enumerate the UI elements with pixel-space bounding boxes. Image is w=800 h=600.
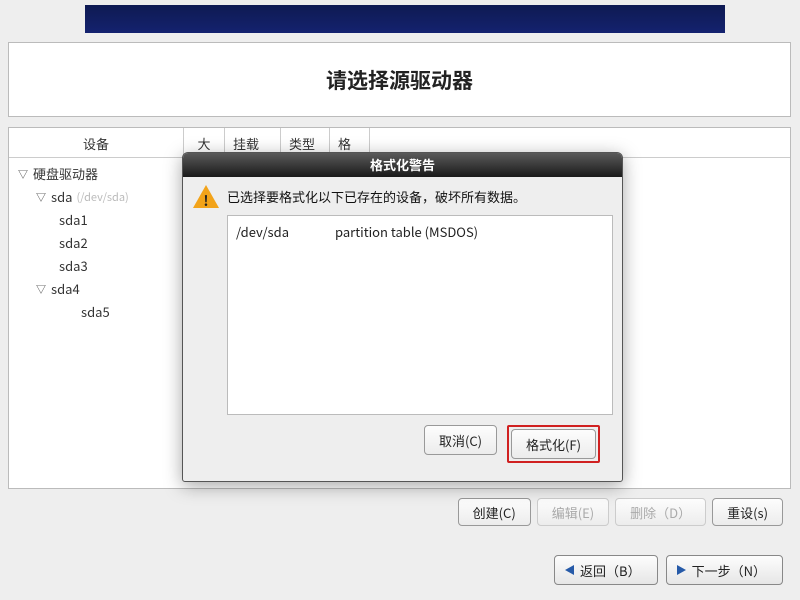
format-warning-dialog: 格式化警告 已选择要格式化以下已存在的设备，破坏所有数据。 /dev/sda p… (182, 152, 623, 482)
expander-icon[interactable]: ▽ (35, 191, 47, 203)
tree-label: sda1 (59, 210, 88, 229)
expander-icon[interactable]: ▽ (17, 168, 29, 180)
tree-label: sda5 (81, 302, 110, 321)
title-panel: 请选择源驱动器 (8, 42, 791, 117)
arrow-left-icon (565, 565, 574, 575)
expander-icon[interactable]: ▽ (35, 283, 47, 295)
tree-label: sda2 (59, 233, 88, 252)
format-button-highlight: 格式化(F) (507, 425, 600, 463)
reset-button[interactable]: 重设(s) (712, 498, 783, 526)
col-header-device[interactable]: 设备 (9, 128, 184, 157)
back-button[interactable]: 返回（B） (554, 555, 658, 585)
action-buttons-row: 创建(C) 编辑(E) 删除（D） 重设(s) (8, 498, 791, 530)
cancel-button[interactable]: 取消(C) (424, 425, 497, 455)
dialog-title: 格式化警告 (183, 153, 622, 177)
device-description: partition table (MSDOS) (335, 222, 478, 241)
device-path: (/dev/sda) (76, 189, 128, 205)
tree-label: sda4 (51, 279, 80, 298)
arrow-right-icon (677, 565, 686, 575)
back-label: 返回（B） (580, 561, 641, 580)
format-button[interactable]: 格式化(F) (511, 429, 596, 459)
delete-button: 删除（D） (615, 498, 706, 526)
device-path: /dev/sda (236, 222, 289, 241)
edit-button: 编辑(E) (537, 498, 609, 526)
navigation-row: 返回（B） 下一步（N） (8, 555, 791, 589)
device-list-box: /dev/sda partition table (MSDOS) (227, 215, 613, 415)
next-label: 下一步（N） (692, 561, 766, 580)
page-title: 请选择源驱动器 (326, 65, 473, 95)
warning-message: 已选择要格式化以下已存在的设备，破坏所有数据。 (227, 185, 526, 206)
device-list-row: /dev/sda partition table (MSDOS) (236, 222, 604, 241)
tree-label: sda3 (59, 256, 88, 275)
next-button[interactable]: 下一步（N） (666, 555, 783, 585)
dialog-body: 已选择要格式化以下已存在的设备，破坏所有数据。 /dev/sda partiti… (183, 177, 622, 473)
warning-row: 已选择要格式化以下已存在的设备，破坏所有数据。 (193, 185, 612, 209)
create-button[interactable]: 创建(C) (458, 498, 531, 526)
warning-icon (193, 185, 219, 209)
tree-label: sda (51, 187, 72, 206)
tree-label: 硬盘驱动器 (33, 164, 98, 183)
dialog-button-bar: 取消(C) 格式化(F) (193, 415, 612, 463)
top-banner (85, 5, 725, 33)
